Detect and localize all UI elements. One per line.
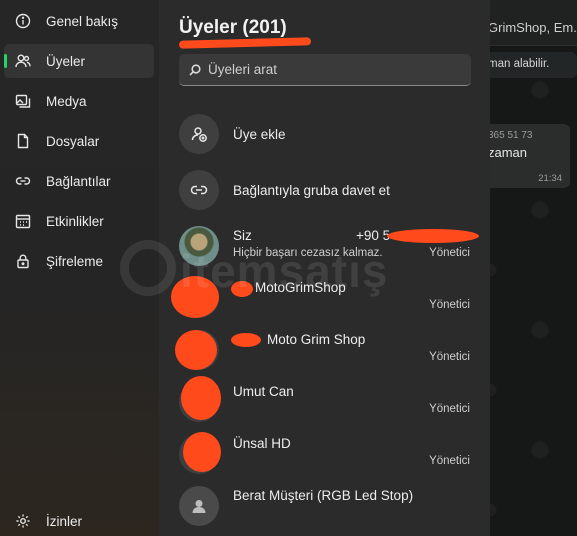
sidebar-item-label: Dosyalar — [46, 133, 100, 149]
lock-icon — [14, 252, 32, 270]
redaction-mark — [231, 333, 261, 347]
member-name: Ünsal HD — [233, 436, 291, 451]
redaction-mark — [171, 276, 219, 318]
member-name: Umut Can — [233, 384, 294, 399]
chat-system-notice: man alabilir. — [482, 52, 577, 78]
member-role-badge: Yönetici — [429, 247, 470, 259]
member-role-badge: Yönetici — [429, 455, 470, 467]
member-row[interactable]: Berat Müşteri (RGB Led Stop) — [159, 480, 490, 532]
sidebar-item-files[interactable]: Dosyalar — [4, 124, 154, 158]
sidebar-item-label: Bağlantılar — [46, 173, 111, 189]
member-phone: +90 5 — [356, 228, 391, 243]
sidebar-item-label: Üyeler — [46, 53, 86, 69]
media-icon — [14, 92, 32, 110]
member-status: Hiçbir başarı cezasız kalmaz. — [233, 247, 383, 259]
member-row[interactable]: Moto Grim Shop Yönetici — [159, 324, 490, 376]
members-icon — [14, 52, 32, 70]
page-title: Üyeler (201) — [179, 17, 287, 38]
redaction-mark — [181, 376, 221, 420]
sidebar-item-events[interactable]: Etkinlikler — [4, 204, 154, 238]
sidebar-item-permissions[interactable]: İzinler — [4, 504, 154, 536]
redaction-mark — [183, 432, 221, 472]
sidebar-item-label: İzinler — [46, 513, 83, 529]
member-role-badge: Yönetici — [429, 351, 470, 363]
sidebar-item-links[interactable]: Bağlantılar — [4, 164, 154, 198]
member-name: Berat Müşteri (RGB Led Stop) — [233, 488, 414, 503]
member-name: MotoGrimShop — [255, 280, 346, 295]
member-search[interactable] — [179, 54, 471, 86]
avatar — [179, 226, 219, 266]
action-label: Üye ekle — [233, 127, 286, 142]
sidebar-item-label: Etkinlikler — [46, 213, 104, 229]
sidebar-item-label: Şifreleme — [46, 253, 104, 269]
message-sender-number: 365 51 73 — [488, 130, 533, 141]
add-person-icon — [179, 114, 219, 154]
redaction-mark — [387, 229, 479, 243]
link-icon — [179, 170, 219, 210]
members-panel: Üyeler (201) Üye ekle Bağlantıyla gruba … — [159, 0, 490, 536]
gear-icon — [14, 512, 32, 530]
file-icon — [14, 132, 32, 150]
member-name: Siz — [233, 228, 252, 243]
calendar-icon — [14, 212, 32, 230]
member-role-badge: Yönetici — [429, 403, 470, 415]
redaction-mark — [175, 330, 217, 370]
sidebar-item-overview[interactable]: Genel bakış — [4, 4, 154, 38]
message-time: 21:34 — [538, 173, 562, 184]
search-icon — [189, 63, 201, 76]
sidebar-item-media[interactable]: Medya — [4, 84, 154, 118]
link-icon — [14, 172, 32, 190]
member-row[interactable]: MotoGrimShop Yönetici — [159, 272, 490, 324]
member-row[interactable]: Umut Can Yönetici — [159, 376, 490, 428]
action-label: Bağlantıyla gruba davet et — [233, 183, 390, 198]
invite-via-link-button[interactable]: Bağlantıyla gruba davet et — [159, 164, 490, 216]
add-member-button[interactable]: Üye ekle — [159, 108, 490, 160]
search-input[interactable] — [208, 62, 458, 77]
redaction-mark — [231, 281, 253, 297]
default-avatar-icon — [179, 486, 219, 526]
sidebar-item-members[interactable]: Üyeler — [4, 44, 154, 78]
member-role-badge: Yönetici — [429, 299, 470, 311]
sidebar-item-label: Medya — [46, 93, 87, 109]
watermark-logo — [120, 240, 176, 296]
member-name: Moto Grim Shop — [267, 332, 366, 347]
member-row[interactable]: Siz +90 5 Hiçbir başarı cezasız kalmaz. … — [159, 220, 490, 272]
sidebar-item-label: Genel bakış — [46, 13, 119, 29]
member-row[interactable]: Ünsal HD Yönetici — [159, 428, 490, 480]
info-icon — [14, 12, 32, 30]
chat-message-bubble[interactable]: 365 51 73 zaman 21:34 — [480, 124, 570, 188]
message-text: zaman — [488, 145, 528, 160]
